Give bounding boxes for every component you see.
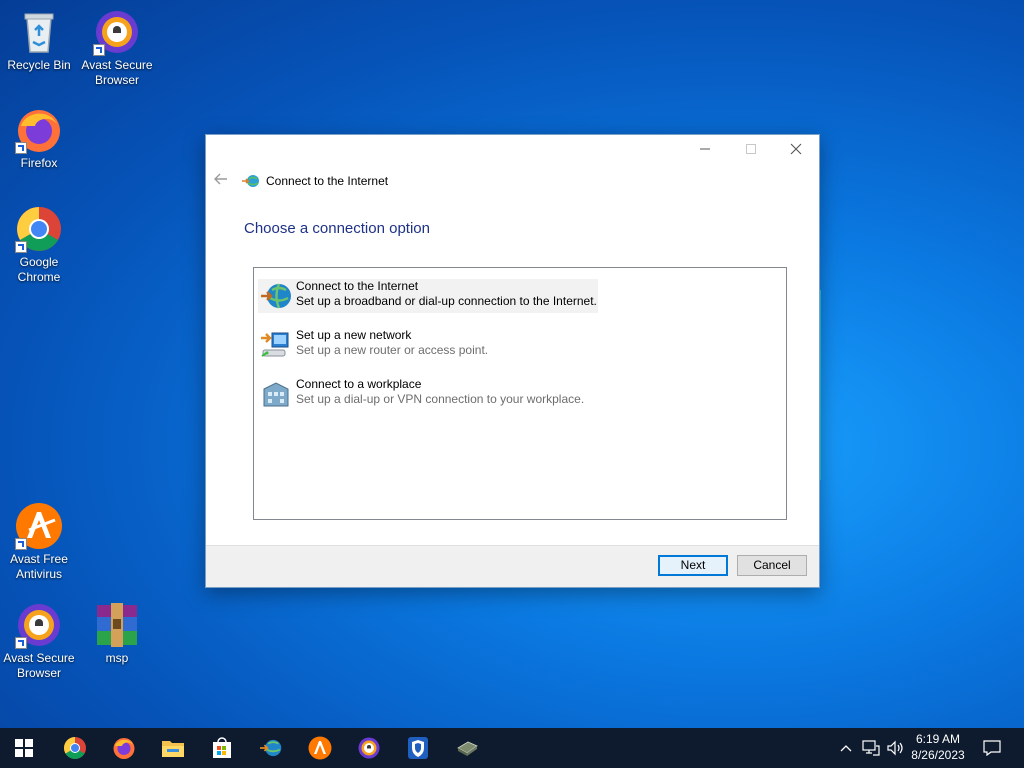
close-button[interactable] xyxy=(773,135,819,165)
option-new-network[interactable]: Set up a new network Set up a new router… xyxy=(258,328,598,362)
network-tray-button[interactable] xyxy=(860,728,882,768)
desktop-icon-google-chrome[interactable]: Google Chrome xyxy=(0,205,78,285)
desktop-icon-label: Google Chrome xyxy=(17,255,61,284)
desktop-icon-firefox[interactable]: Firefox xyxy=(0,106,78,171)
next-button[interactable]: Next xyxy=(658,555,728,576)
desktop-icon-label: Avast Secure Browser xyxy=(81,58,153,87)
workplace-icon xyxy=(260,379,292,409)
clock[interactable]: 6:19 AM 8/26/2023 xyxy=(902,731,974,763)
desktop-icon-label: Recycle Bin xyxy=(7,58,71,72)
shortcut-arrow-icon xyxy=(93,44,105,56)
start-button[interactable] xyxy=(4,732,44,764)
maximize-icon xyxy=(746,144,756,154)
desktop-icon-avast-secure-browser-2[interactable]: Avast Secure Browser xyxy=(0,601,78,681)
taskbar-network-app[interactable] xyxy=(447,732,487,764)
shield-icon xyxy=(408,737,428,759)
option-connect-internet[interactable]: Connect to the Internet Set up a broadba… xyxy=(258,279,598,313)
minimize-icon xyxy=(700,148,710,150)
desktop-icon-label: Avast Secure Browser xyxy=(3,651,75,680)
store-icon xyxy=(213,737,231,758)
notification-icon xyxy=(983,740,1001,756)
option-description: Set up a dial-up or VPN connection to yo… xyxy=(296,392,585,406)
avast-browser-icon xyxy=(358,737,380,759)
option-title: Set up a new network xyxy=(296,328,412,342)
shortcut-arrow-icon xyxy=(15,637,27,649)
cancel-button[interactable]: Cancel xyxy=(737,555,807,576)
router-icon xyxy=(260,330,292,360)
desktop-icon-label: Firefox xyxy=(20,156,58,170)
avast-browser-icon xyxy=(93,8,141,56)
maximize-button[interactable] xyxy=(728,135,774,165)
desktop-icon-label: Avast Free Antivirus xyxy=(10,552,68,581)
option-connect-workplace[interactable]: Connect to a workplace Set up a dial-up … xyxy=(258,377,598,411)
taskbar-chrome[interactable] xyxy=(55,732,95,764)
taskbar-avast-antivirus[interactable] xyxy=(300,732,340,764)
folder-icon xyxy=(162,741,184,757)
option-title: Connect to the Internet xyxy=(296,279,419,293)
taskbar: 6:19 AM 8/26/2023 xyxy=(0,728,1024,768)
taskbar-microsoft-store[interactable] xyxy=(202,732,242,764)
winrar-archive-icon xyxy=(93,601,141,649)
recycle-bin-icon xyxy=(15,8,63,56)
taskbar-avast-browser[interactable] xyxy=(349,732,389,764)
globe-network-icon xyxy=(260,281,292,311)
clock-time: 6:19 AM xyxy=(915,732,961,746)
option-description: Set up a new router or access point. xyxy=(296,343,489,357)
option-description: Set up a broadband or dial-up connection… xyxy=(296,294,597,308)
shortcut-arrow-icon xyxy=(15,538,27,550)
show-hidden-icons-button[interactable] xyxy=(836,728,856,768)
dialog-title: Connect to the Internet xyxy=(266,174,389,188)
avast-antivirus-icon xyxy=(308,736,332,760)
taskbar-avast-secureline[interactable] xyxy=(398,732,438,764)
chrome-icon xyxy=(15,205,63,253)
option-title: Connect to a workplace xyxy=(296,377,422,391)
ethernet-icon xyxy=(862,740,880,756)
globe-network-icon xyxy=(260,739,282,757)
network-device-icon xyxy=(457,741,478,756)
taskbar-file-explorer[interactable] xyxy=(153,732,193,764)
shortcut-arrow-icon xyxy=(15,142,27,154)
desktop-icon-avast-free-antivirus[interactable]: Avast Free Antivirus xyxy=(0,502,78,582)
connection-options-list[interactable]: Connect to the Internet Set up a broadba… xyxy=(253,267,787,520)
chevron-up-icon xyxy=(840,745,852,752)
minimize-button[interactable] xyxy=(682,135,728,165)
desktop-icon-msp[interactable]: msp xyxy=(78,601,156,666)
firefox-icon xyxy=(113,738,135,759)
avast-antivirus-icon xyxy=(15,502,63,550)
avast-browser-icon xyxy=(15,601,63,649)
desktop-icon-recycle-bin[interactable]: Recycle Bin xyxy=(0,8,78,73)
close-icon xyxy=(790,143,802,155)
clock-date: 8/26/2023 xyxy=(911,748,965,762)
title-bar[interactable] xyxy=(206,135,819,165)
taskbar-firefox[interactable] xyxy=(104,732,144,764)
desktop-icon-label: msp xyxy=(105,651,129,665)
windows-logo-icon xyxy=(15,739,33,757)
firefox-icon xyxy=(15,106,63,154)
page-heading: Choose a connection option xyxy=(244,220,430,237)
connect-internet-dialog: Connect to the Internet Choose a connect… xyxy=(205,134,820,588)
network-globe-icon xyxy=(242,173,260,189)
navigation-row: Connect to the Internet xyxy=(214,171,388,191)
shortcut-arrow-icon xyxy=(15,241,27,253)
taskbar-connect-internet[interactable] xyxy=(251,732,291,764)
notifications-button[interactable] xyxy=(980,728,1004,768)
dialog-footer: Next Cancel xyxy=(206,545,819,587)
back-arrow-button[interactable] xyxy=(214,172,236,190)
chrome-icon xyxy=(64,737,86,759)
back-arrow-icon xyxy=(214,173,227,185)
desktop-icon-avast-secure-browser[interactable]: Avast Secure Browser xyxy=(78,8,156,88)
